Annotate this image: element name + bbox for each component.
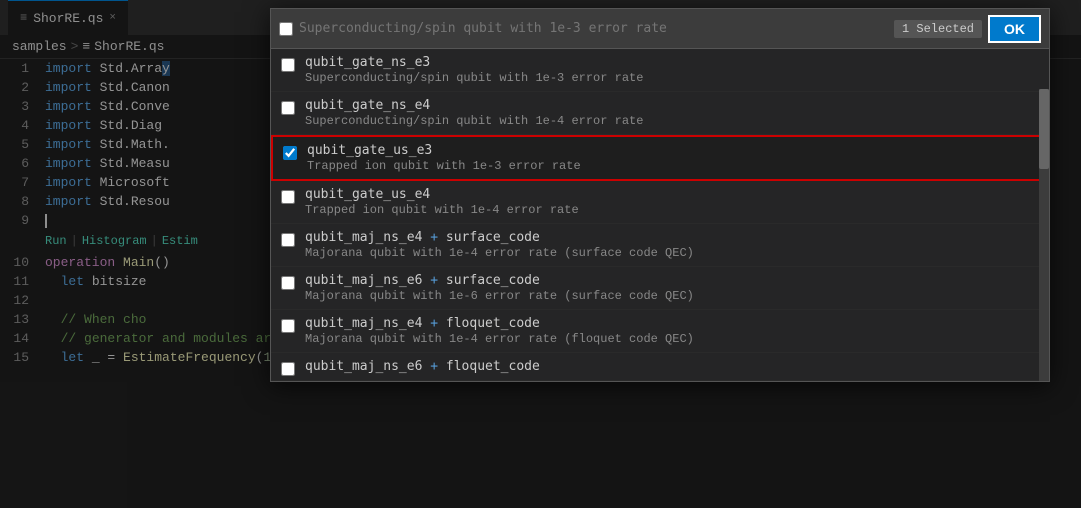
item-text-qubit-gate-us-e4: qubit_gate_us_e4 Trapped ion qubit with … [305, 187, 579, 217]
item-name-qubit-maj-ns-e6-floquet: qubit_maj_ns_e6 + floquet_code [305, 359, 540, 374]
checkbox-qubit-gate-us-e4[interactable] [281, 190, 295, 204]
list-item-qubit-gate-ns-e4[interactable]: qubit_gate_ns_e4 Superconducting/spin qu… [271, 92, 1049, 135]
item-text-qubit-maj-ns-e6-floquet: qubit_maj_ns_e6 + floquet_code [305, 359, 540, 374]
ok-button[interactable]: OK [988, 15, 1041, 43]
item-text-qubit-maj-ns-e4-surface: qubit_maj_ns_e4 + surface_code Majorana … [305, 230, 694, 260]
scrollbar-thumb[interactable] [1039, 89, 1049, 169]
search-input[interactable] [299, 21, 888, 36]
list-item-qubit-gate-us-e3[interactable]: qubit_gate_us_e3 Trapped ion qubit with … [271, 135, 1049, 181]
checkbox-qubit-gate-us-e3[interactable] [283, 146, 297, 160]
checkbox-qubit-maj-ns-e4-floquet[interactable] [281, 319, 295, 333]
item-text-qubit-gate-ns-e4: qubit_gate_ns_e4 Superconducting/spin qu… [305, 98, 643, 128]
item-desc-qubit-gate-us-e3: Trapped ion qubit with 1e-3 error rate [307, 159, 581, 173]
item-text-qubit-maj-ns-e6-surface: qubit_maj_ns_e6 + surface_code Majorana … [305, 273, 694, 303]
item-text-qubit-maj-ns-e4-floquet: qubit_maj_ns_e4 + floquet_code Majorana … [305, 316, 694, 346]
list-item-qubit-maj-ns-e4-floquet[interactable]: qubit_maj_ns_e4 + floquet_code Majorana … [271, 310, 1049, 353]
checkbox-qubit-gate-ns-e4[interactable] [281, 101, 295, 115]
list-item-qubit-gate-ns-e3[interactable]: qubit_gate_ns_e3 Superconducting/spin qu… [271, 49, 1049, 92]
item-desc-qubit-gate-us-e4: Trapped ion qubit with 1e-4 error rate [305, 203, 579, 217]
item-text-qubit-gate-us-e3: qubit_gate_us_e3 Trapped ion qubit with … [307, 143, 581, 173]
select-all-checkbox[interactable] [279, 22, 293, 36]
item-name-qubit-gate-us-e3: qubit_gate_us_e3 [307, 143, 581, 158]
list-item-qubit-maj-ns-e6-floquet[interactable]: qubit_maj_ns_e6 + floquet_code [271, 353, 1049, 381]
checkbox-qubit-gate-ns-e3[interactable] [281, 58, 295, 72]
search-row: 1 Selected OK [271, 9, 1049, 49]
selected-badge: 1 Selected [894, 20, 982, 38]
list-item-qubit-maj-ns-e6-surface[interactable]: qubit_maj_ns_e6 + surface_code Majorana … [271, 267, 1049, 310]
item-name-qubit-maj-ns-e6-surface: qubit_maj_ns_e6 + surface_code [305, 273, 694, 288]
scrollbar-track [1039, 89, 1049, 381]
item-name-qubit-gate-us-e4: qubit_gate_us_e4 [305, 187, 579, 202]
target-profile-dropdown: 1 Selected OK qubit_gate_ns_e3 Supercond… [270, 8, 1050, 382]
item-name-qubit-gate-ns-e3: qubit_gate_ns_e3 [305, 55, 643, 70]
list-item-qubit-gate-us-e4[interactable]: qubit_gate_us_e4 Trapped ion qubit with … [271, 181, 1049, 224]
item-text-qubit-gate-ns-e3: qubit_gate_ns_e3 Superconducting/spin qu… [305, 55, 643, 85]
item-desc-qubit-gate-ns-e3: Superconducting/spin qubit with 1e-3 err… [305, 71, 643, 85]
checkbox-qubit-maj-ns-e6-surface[interactable] [281, 276, 295, 290]
item-desc-qubit-maj-ns-e4-floquet: Majorana qubit with 1e-4 error rate (flo… [305, 332, 694, 346]
list-item-qubit-maj-ns-e4-surface[interactable]: qubit_maj_ns_e4 + surface_code Majorana … [271, 224, 1049, 267]
item-desc-qubit-gate-ns-e4: Superconducting/spin qubit with 1e-4 err… [305, 114, 643, 128]
item-desc-qubit-maj-ns-e4-surface: Majorana qubit with 1e-4 error rate (sur… [305, 246, 694, 260]
checkbox-qubit-maj-ns-e6-floquet[interactable] [281, 362, 295, 376]
checkbox-qubit-maj-ns-e4-surface[interactable] [281, 233, 295, 247]
item-name-qubit-maj-ns-e4-surface: qubit_maj_ns_e4 + surface_code [305, 230, 694, 245]
profile-list: qubit_gate_ns_e3 Superconducting/spin qu… [271, 49, 1049, 381]
item-name-qubit-maj-ns-e4-floquet: qubit_maj_ns_e4 + floquet_code [305, 316, 694, 331]
item-name-qubit-gate-ns-e4: qubit_gate_ns_e4 [305, 98, 643, 113]
item-desc-qubit-maj-ns-e6-surface: Majorana qubit with 1e-6 error rate (sur… [305, 289, 694, 303]
